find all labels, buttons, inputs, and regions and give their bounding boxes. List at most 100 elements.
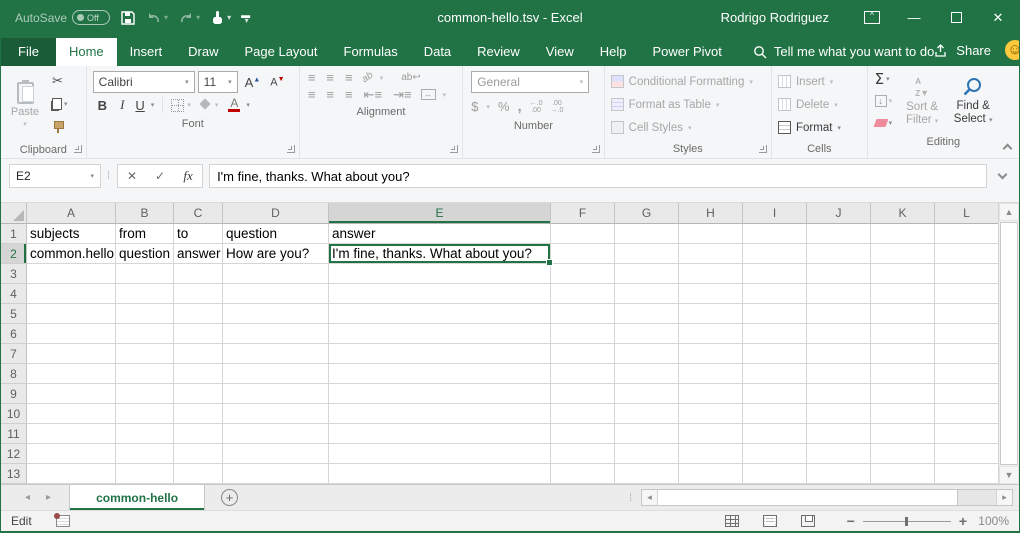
cell-F9[interactable]	[551, 384, 615, 404]
row-header-12[interactable]: 12	[1, 444, 27, 464]
cell-D3[interactable]	[223, 264, 329, 284]
cell-G11[interactable]	[615, 424, 679, 444]
scroll-down-icon[interactable]: ▼	[999, 466, 1019, 484]
increase-decimal-button[interactable]: ←.0.00	[530, 100, 543, 114]
clear-button[interactable]: ▾	[872, 113, 896, 133]
cell-L10[interactable]	[935, 404, 999, 424]
row-header-10[interactable]: 10	[1, 404, 27, 424]
column-header-H[interactable]: H	[679, 203, 743, 224]
row-header-13[interactable]: 13	[1, 464, 27, 484]
cell-L11[interactable]	[935, 424, 999, 444]
column-header-L[interactable]: L	[935, 203, 999, 224]
cell-E5[interactable]	[329, 304, 551, 324]
merge-caret-icon[interactable]: ▾	[443, 91, 447, 99]
clipboard-dialog-launcher[interactable]	[74, 145, 82, 153]
cell-A10[interactable]	[27, 404, 116, 424]
cell-G10[interactable]	[615, 404, 679, 424]
cell-D5[interactable]	[223, 304, 329, 324]
user-name[interactable]: Rodrigo Rodriguez	[721, 10, 829, 25]
horizontal-scroll-thumb[interactable]	[658, 490, 958, 505]
cell-K7[interactable]	[871, 344, 935, 364]
accounting-format-button[interactable]: $	[471, 99, 478, 114]
cell-G4[interactable]	[615, 284, 679, 304]
cell-J5[interactable]	[807, 304, 871, 324]
cell-B10[interactable]	[116, 404, 174, 424]
tab-formulas[interactable]: Formulas	[331, 38, 411, 66]
cell-B12[interactable]	[116, 444, 174, 464]
name-box[interactable]: E2▾	[9, 164, 101, 188]
cell-B1[interactable]: from	[116, 224, 174, 244]
cell-C12[interactable]	[174, 444, 223, 464]
align-right-button[interactable]: ≡	[343, 88, 355, 101]
zoom-in-icon[interactable]: +	[959, 513, 967, 529]
normal-view-icon[interactable]	[725, 515, 739, 527]
cell-C4[interactable]	[174, 284, 223, 304]
cell-B8[interactable]	[116, 364, 174, 384]
cell-H10[interactable]	[679, 404, 743, 424]
cell-D11[interactable]	[223, 424, 329, 444]
cell-L12[interactable]	[935, 444, 999, 464]
cell-L6[interactable]	[935, 324, 999, 344]
cell-L4[interactable]	[935, 284, 999, 304]
touch-mode-caret-icon[interactable]: ▾	[227, 13, 231, 22]
cell-E10[interactable]	[329, 404, 551, 424]
font-dialog-launcher[interactable]	[287, 145, 295, 153]
touch-mouse-mode-button[interactable]: ▾	[210, 10, 231, 26]
cell-J11[interactable]	[807, 424, 871, 444]
cell-F5[interactable]	[551, 304, 615, 324]
scroll-up-icon[interactable]: ▲	[999, 203, 1019, 221]
cell-F12[interactable]	[551, 444, 615, 464]
zoom-thumb[interactable]	[905, 517, 908, 526]
autosave-pill[interactable]: Off	[72, 10, 110, 25]
cell-D12[interactable]	[223, 444, 329, 464]
zoom-percentage[interactable]: 100%	[975, 514, 1009, 528]
cell-J1[interactable]	[807, 224, 871, 244]
row-header-8[interactable]: 8	[1, 364, 27, 384]
cell-G12[interactable]	[615, 444, 679, 464]
scroll-right-icon[interactable]: ▸	[996, 490, 1012, 505]
cell-E8[interactable]	[329, 364, 551, 384]
cell-L7[interactable]	[935, 344, 999, 364]
cell-D10[interactable]	[223, 404, 329, 424]
font-color-button[interactable]: A	[225, 98, 243, 112]
cell-D7[interactable]	[223, 344, 329, 364]
cell-C1[interactable]: to	[174, 224, 223, 244]
delete-cells-button[interactable]: Delete ▾	[778, 94, 861, 115]
cell-K2[interactable]	[871, 244, 935, 264]
cell-C13[interactable]	[174, 464, 223, 484]
cell-styles-button[interactable]: Cell Styles ▾	[611, 117, 765, 138]
cell-C7[interactable]	[174, 344, 223, 364]
cell-L5[interactable]	[935, 304, 999, 324]
orientation-caret-icon[interactable]: ▾	[380, 74, 384, 82]
autosum-button[interactable]: Σ▾	[872, 69, 896, 89]
cell-I7[interactable]	[743, 344, 807, 364]
cell-H9[interactable]	[679, 384, 743, 404]
copy-button[interactable]: ▾	[49, 94, 71, 114]
cell-K6[interactable]	[871, 324, 935, 344]
cell-F8[interactable]	[551, 364, 615, 384]
cell-A9[interactable]	[27, 384, 116, 404]
find-select-button[interactable]: Find & Select ▾	[949, 69, 997, 133]
styles-dialog-launcher[interactable]	[759, 145, 767, 153]
tab-home[interactable]: Home	[56, 38, 117, 66]
cell-D1[interactable]: question	[223, 224, 329, 244]
cell-L9[interactable]	[935, 384, 999, 404]
orientation-button[interactable]: ab	[359, 70, 374, 85]
row-header-7[interactable]: 7	[1, 344, 27, 364]
tab-file[interactable]: File	[1, 38, 56, 66]
cell-F10[interactable]	[551, 404, 615, 424]
cell-H5[interactable]	[679, 304, 743, 324]
fill-button[interactable]: ↓▾	[872, 91, 896, 111]
cell-E6[interactable]	[329, 324, 551, 344]
cell-K4[interactable]	[871, 284, 935, 304]
cell-C8[interactable]	[174, 364, 223, 384]
ribbon-display-options-button[interactable]: ^	[851, 0, 893, 35]
cell-J4[interactable]	[807, 284, 871, 304]
cancel-button[interactable]: ✕	[118, 169, 146, 183]
cell-I8[interactable]	[743, 364, 807, 384]
macro-record-icon[interactable]	[56, 515, 70, 527]
paste-button[interactable]: Paste ▾	[3, 69, 47, 141]
format-painter-button[interactable]	[49, 117, 71, 137]
cell-J6[interactable]	[807, 324, 871, 344]
align-top-button[interactable]: ≡	[306, 71, 318, 84]
